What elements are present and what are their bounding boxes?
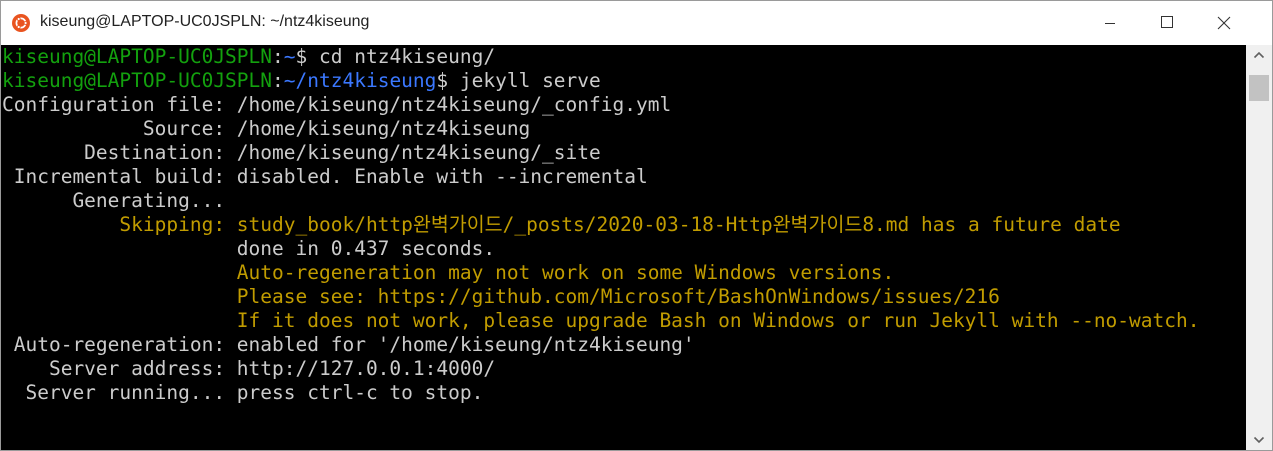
warning-line: Skipping: study_book/http완벽가이드/_posts/20… [2,213,1121,237]
output-line: Auto-regeneration: enabled for '/home/ki… [2,333,695,357]
output-label: Generating... [2,189,226,212]
output-value: http://127.0.0.1:4000/ [225,357,496,380]
output-label: Skipping: [2,213,226,236]
terminal-output[interactable]: kiseung@LAPTOP-UC0JSPLN:~$ cd ntz4kiseun… [1,45,1246,450]
output-value: Please see: https://github.com/Microsoft… [225,285,1000,308]
scroll-down-button[interactable] [1246,430,1272,450]
warning-line: Auto-regeneration may not work on some W… [2,261,894,285]
output-line: Incremental build: disabled. Enable with… [2,165,648,189]
prompt-command: $ cd ntz4kiseung/ [295,45,496,68]
prompt-separator: : [272,45,284,68]
output-label [2,309,225,332]
output-value: /home/kiseung/ntz4kiseung [225,117,531,140]
output-label: Source: [2,117,226,140]
chevron-up-icon [1253,51,1265,59]
close-icon [1217,16,1231,30]
output-label: Server address: [2,357,226,380]
output-line: done in 0.437 seconds. [2,237,495,261]
output-line: Destination: /home/kiseung/ntz4kiseung/_… [2,141,601,165]
maximize-icon [1161,16,1173,28]
maximize-button[interactable] [1144,1,1190,45]
output-line: Server running... press ctrl-c to stop. [2,381,483,405]
ubuntu-icon[interactable] [12,14,30,32]
warning-line: If it does not work, please upgrade Bash… [2,309,1200,333]
minimize-icon [1105,23,1115,24]
prompt-line: kiseung@LAPTOP-UC0JSPLN:~/ntz4kiseung$ j… [2,69,601,93]
output-label [2,285,225,308]
window-title: kiseung@LAPTOP-UC0JSPLN: ~/ntz4kiseung [40,13,370,30]
output-value: /home/kiseung/ntz4kiseung/_site [225,141,601,164]
minimize-button[interactable] [1087,1,1133,45]
output-value: done in 0.437 seconds. [225,237,496,260]
prompt-path: ~ [283,45,296,68]
output-value: press ctrl-c to stop. [225,381,484,404]
output-label: Server running... [2,381,226,404]
output-value: /home/kiseung/ntz4kiseung/_config.yml [225,93,672,116]
output-label: Auto-regeneration: [2,333,226,356]
prompt-separator: : [272,69,284,92]
scroll-up-button[interactable] [1246,45,1272,65]
output-line: Configuration file: /home/kiseung/ntz4ki… [2,93,671,117]
output-line: Generating... [2,189,225,213]
output-value: study_book/http완벽가이드/_posts/2020-03-18-H… [225,213,1121,236]
output-value: If it does not work, please upgrade Bash… [225,309,1200,332]
close-button[interactable] [1201,1,1247,45]
vertical-scrollbar[interactable] [1246,45,1272,450]
output-label: Destination: [2,141,226,164]
scroll-thumb[interactable] [1249,75,1269,101]
output-label: Incremental build: [2,165,226,188]
output-line: Server address: http://127.0.0.1:4000/ [2,357,495,381]
prompt-command: $ jekyll serve [436,69,601,92]
output-label: Configuration file: [2,93,226,116]
chevron-down-icon [1253,436,1265,444]
title-bar[interactable]: kiseung@LAPTOP-UC0JSPLN: ~/ntz4kiseung [1,1,1272,45]
output-label [2,261,225,284]
output-label [2,237,225,260]
prompt-line: kiseung@LAPTOP-UC0JSPLN:~$ cd ntz4kiseun… [2,45,495,69]
output-line: Source: /home/kiseung/ntz4kiseung [2,117,530,141]
output-value: disabled. Enable with --incremental [225,165,648,188]
output-value: enabled for '/home/kiseung/ntz4kiseung' [225,333,695,356]
terminal-window: kiseung@LAPTOP-UC0JSPLN: ~/ntz4kiseung k… [0,0,1273,451]
output-value: Auto-regeneration may not work on some W… [225,261,895,284]
prompt-path: ~/ntz4kiseung [283,69,437,92]
warning-line: Please see: https://github.com/Microsoft… [2,285,1000,309]
prompt-user: kiseung@LAPTOP-UC0JSPLN [2,45,273,68]
prompt-user: kiseung@LAPTOP-UC0JSPLN [2,69,273,92]
